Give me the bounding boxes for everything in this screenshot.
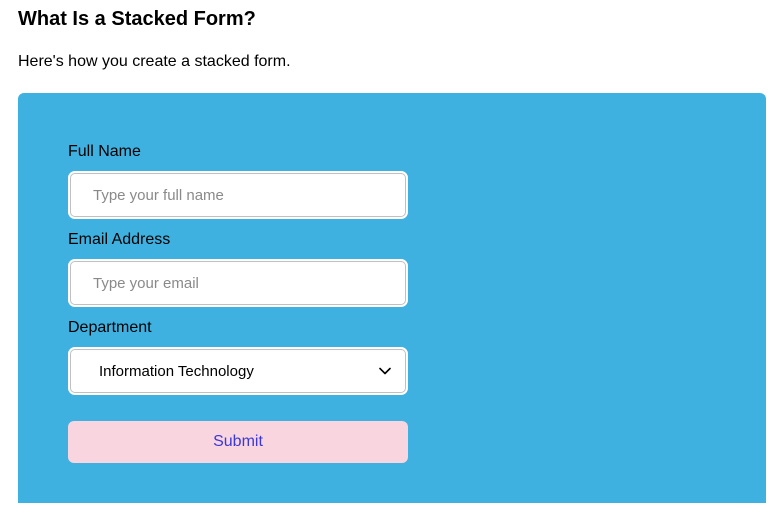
chevron-down-icon [379,362,391,380]
department-selected-value: Information Technology [99,363,254,380]
fullname-input-border [68,171,408,219]
email-input[interactable] [70,261,406,305]
department-select[interactable]: Information Technology [70,349,406,393]
page-heading: What Is a Stacked Form? [18,8,766,31]
form-group-department: Department Information Technology [68,319,716,395]
department-label: Department [68,319,716,337]
submit-button[interactable]: Submit [68,421,408,463]
email-input-border [68,259,408,307]
form-group-fullname: Full Name [68,143,716,219]
form-group-email: Email Address [68,231,716,307]
email-label: Email Address [68,231,716,249]
form-panel: Full Name Email Address Department Infor… [18,93,766,503]
intro-text: Here's how you create a stacked form. [18,53,766,71]
fullname-label: Full Name [68,143,716,161]
fullname-input[interactable] [70,173,406,217]
department-select-border: Information Technology [68,347,408,395]
